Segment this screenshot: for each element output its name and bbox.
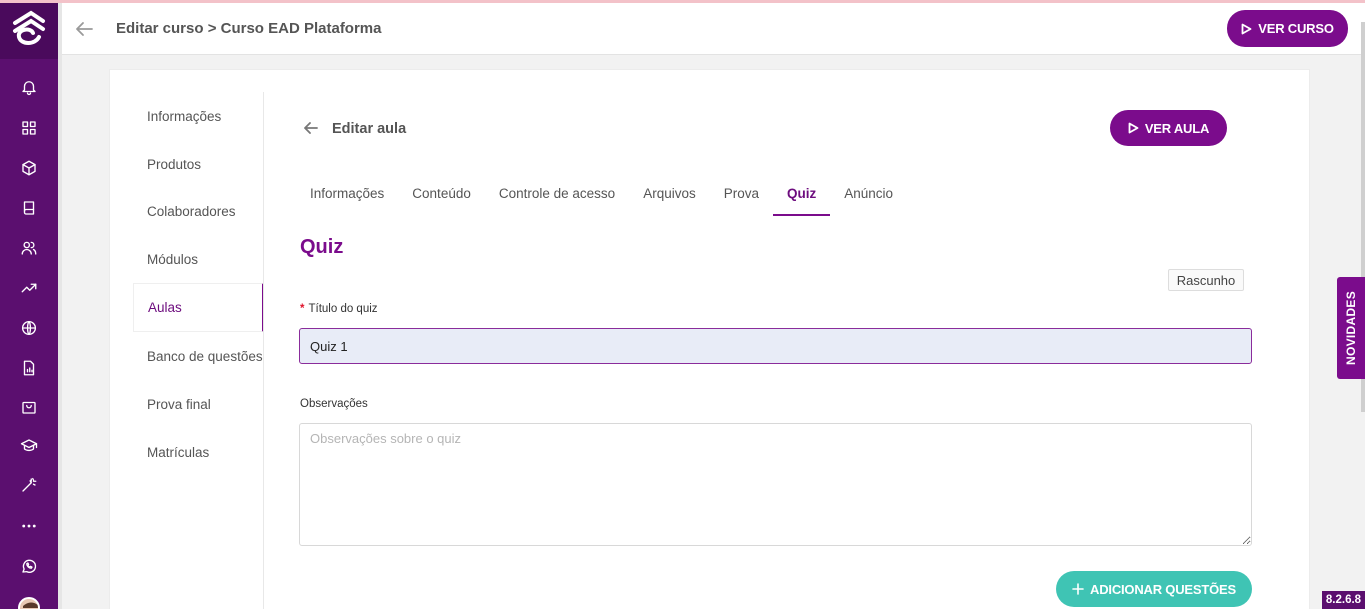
view-lesson-label: VER AULA — [1144, 120, 1210, 136]
box-icon[interactable] — [19, 158, 39, 178]
lesson-back-arrow-icon[interactable] — [303, 120, 321, 136]
course-nav-modulos[interactable]: Módulos — [133, 235, 264, 284]
view-course-button[interactable]: VER CURSO — [1227, 10, 1348, 47]
content-card: Informações Produtos Colaboradores Módul… — [109, 69, 1310, 609]
news-side-tab[interactable]: NOVIDADES — [1337, 277, 1365, 379]
tab-anuncio[interactable]: Anúncio — [830, 182, 907, 216]
play-icon — [1241, 23, 1252, 34]
status-badge: Rascunho — [1168, 269, 1244, 291]
magic-wand-icon[interactable] — [19, 475, 39, 495]
news-side-tab-label: NOVIDADES — [1344, 290, 1359, 366]
course-nav-aulas[interactable]: Aulas — [133, 283, 264, 332]
section-title: Quiz — [300, 236, 344, 258]
bag-icon[interactable] — [19, 397, 39, 417]
add-questions-label: ADICIONAR QUESTÕES — [1090, 581, 1236, 597]
page-header: Editar curso > Curso EAD Plataforma VER … — [62, 3, 1365, 55]
lesson-title: Editar aula — [332, 121, 407, 137]
play-icon — [1128, 122, 1139, 134]
lesson-tabs: Informações Conteúdo Controle de acesso … — [296, 182, 907, 216]
back-arrow-icon[interactable] — [74, 20, 94, 38]
tab-arquivos[interactable]: Arquivos — [629, 182, 710, 216]
quiz-title-label-text: Título do quiz — [308, 303, 378, 315]
quiz-title-input[interactable] — [299, 328, 1252, 364]
user-avatar[interactable] — [18, 597, 40, 609]
app-sidebar — [0, 3, 58, 609]
course-nav-produtos[interactable]: Produtos — [133, 140, 264, 189]
grid-icon[interactable] — [19, 118, 39, 138]
notes-textarea[interactable] — [299, 423, 1252, 546]
book-icon[interactable] — [19, 198, 39, 218]
whatsapp-icon[interactable] — [19, 556, 39, 576]
brand-logo-icon[interactable] — [9, 9, 49, 49]
course-nav-colaboradores[interactable]: Colaboradores — [133, 187, 264, 236]
tab-controle-de-acesso[interactable]: Controle de acesso — [485, 182, 629, 216]
nav-divider — [263, 92, 264, 609]
trending-icon[interactable] — [19, 278, 39, 298]
globe-icon[interactable] — [19, 318, 39, 338]
page-title: Editar curso > Curso EAD Plataforma — [116, 20, 382, 37]
version-badge: 8.2.6.8 — [1322, 591, 1365, 609]
view-lesson-button[interactable]: VER AULA — [1110, 110, 1227, 146]
view-course-label: VER CURSO — [1258, 21, 1334, 36]
course-nav-banco-de-questoes[interactable]: Banco de questões — [133, 332, 264, 381]
tab-informacoes[interactable]: Informações — [296, 182, 398, 216]
quiz-title-label: * Título do quiz — [300, 303, 378, 315]
report-icon[interactable] — [19, 358, 39, 378]
tab-quiz[interactable]: Quiz — [773, 182, 831, 216]
course-nav-matriculas[interactable]: Matrículas — [133, 428, 264, 477]
notes-label: Observações — [300, 398, 368, 410]
more-icon[interactable] — [19, 516, 39, 536]
users-icon[interactable] — [19, 238, 39, 258]
required-mark: * — [300, 303, 305, 315]
tab-conteudo[interactable]: Conteúdo — [398, 182, 485, 216]
bell-icon[interactable] — [19, 77, 39, 97]
graduation-icon[interactable] — [19, 436, 39, 456]
course-nav-informacoes[interactable]: Informações — [133, 92, 264, 141]
tab-prova[interactable]: Prova — [710, 182, 773, 216]
course-nav-prova-final[interactable]: Prova final — [133, 380, 264, 429]
plus-icon — [1072, 583, 1084, 595]
sidebar-edge — [58, 3, 62, 609]
add-questions-button[interactable]: ADICIONAR QUESTÕES — [1056, 571, 1252, 607]
